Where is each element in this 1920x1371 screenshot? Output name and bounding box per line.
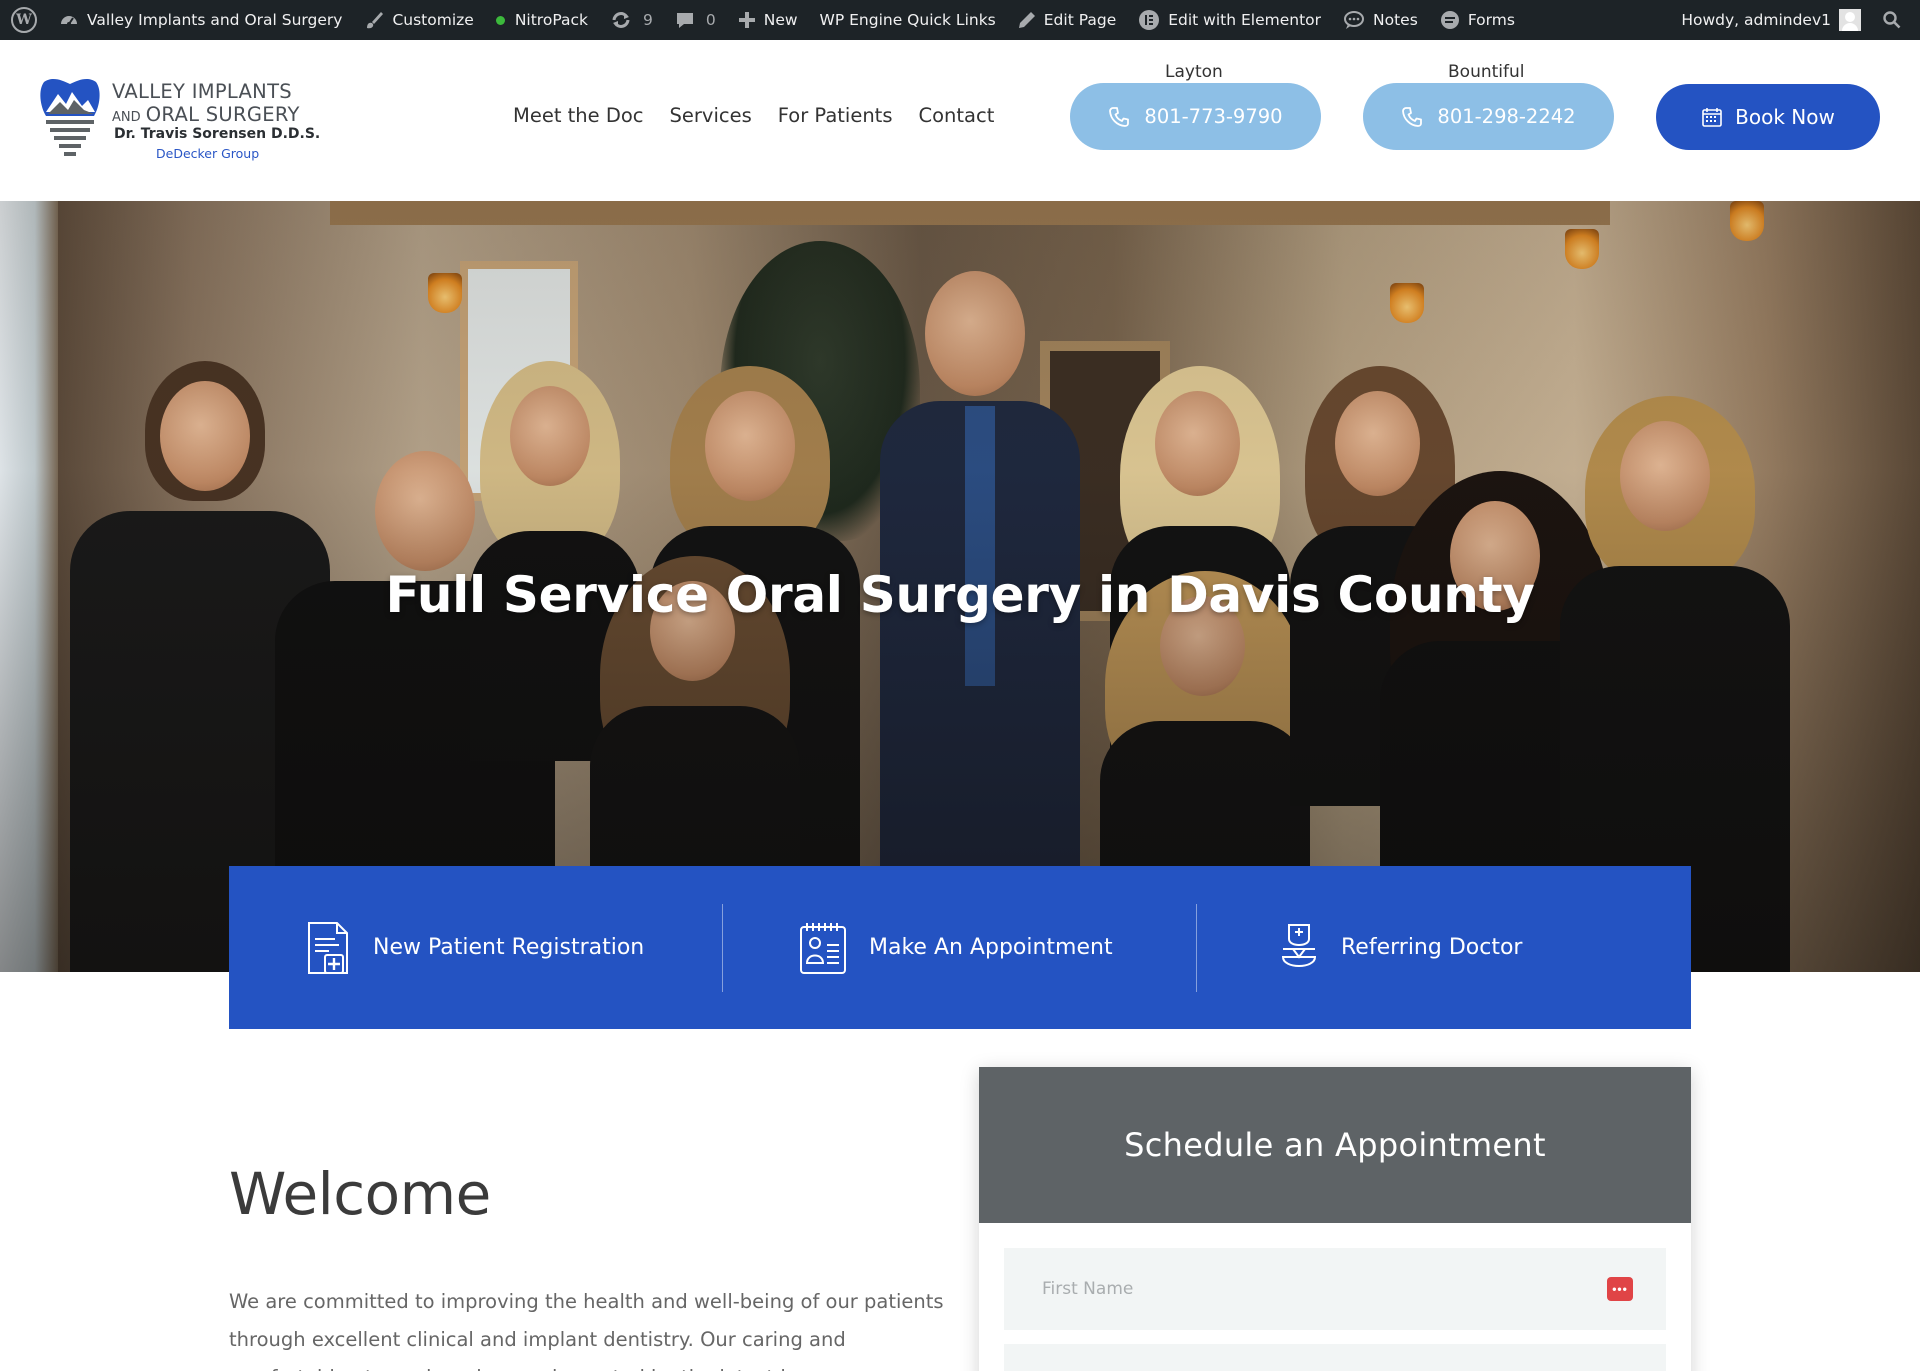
search-icon (1883, 11, 1901, 29)
pencil-icon (1018, 12, 1035, 28)
wp-logo-menu[interactable]: W (0, 0, 48, 40)
nitropack-link[interactable]: NitroPack (485, 0, 599, 40)
wp-engine-label: WP Engine Quick Links (819, 11, 996, 29)
make-an-appointment-link[interactable]: Make An Appointment (799, 866, 1113, 1029)
tooth-logo-icon (40, 78, 100, 156)
make-an-appointment-label: Make An Appointment (869, 935, 1113, 960)
nitropack-label: NitroPack (514, 11, 588, 29)
site-header: VALLEY IMPLANTS AND ORAL SURGERY Dr. Tra… (0, 40, 1920, 201)
forms-label: Forms (1467, 11, 1515, 29)
referring-doctor-link[interactable]: Referring Doctor (1279, 866, 1522, 1029)
first-name-input[interactable] (1004, 1248, 1666, 1330)
updates-link[interactable]: 9 (599, 0, 664, 40)
calendar-icon (1702, 108, 1722, 127)
customize-link[interactable]: Customize (353, 0, 484, 40)
layton-location-label: Layton (1165, 62, 1223, 82)
book-now-label: Book Now (1735, 105, 1835, 129)
appointment-calendar-icon (800, 922, 846, 974)
welcome-paragraph: We are committed to improving the health… (229, 1290, 944, 1371)
next-form-field[interactable] (1004, 1344, 1666, 1371)
schedule-appointment-form: Schedule an Appointment ••• (979, 1067, 1691, 1371)
notes-link[interactable]: Notes (1332, 0, 1429, 40)
password-manager-icon[interactable]: ••• (1607, 1277, 1633, 1301)
nav-meet-the-doc[interactable]: Meet the Doc (513, 104, 644, 127)
site-name-link[interactable]: Valley Implants and Oral Surgery (48, 0, 353, 40)
doctor-icon (1281, 923, 1317, 967)
phone-icon (1402, 106, 1423, 127)
site-name-label: Valley Implants and Oral Surgery (87, 11, 343, 29)
howdy-label: Howdy, admindev1 (1681, 11, 1831, 29)
site-logo[interactable]: VALLEY IMPLANTS AND ORAL SURGERY Dr. Tra… (38, 76, 328, 166)
wordpress-icon: W (11, 7, 37, 33)
customize-label: Customize (392, 11, 474, 29)
hero-title: Full Service Oral Surgery in Davis Count… (385, 566, 1535, 624)
divider (1196, 904, 1197, 992)
logo-line-1: VALLEY IMPLANTS (112, 80, 292, 103)
quick-links-bar: New Patient Registration Make An Appoint… (229, 866, 1691, 1029)
edit-elementor-link[interactable]: Edit with Elementor (1127, 0, 1332, 40)
forms-link[interactable]: Forms (1429, 0, 1526, 40)
paintbrush-icon (367, 12, 384, 29)
logo-and: AND (112, 110, 141, 125)
logo-group-name: DeDecker Group (156, 146, 260, 161)
bountiful-phone-number: 801-298-2242 (1437, 105, 1576, 128)
comments-count: 0 (705, 11, 716, 29)
phone-icon (1109, 106, 1130, 127)
status-dot-icon (495, 15, 505, 25)
layton-phone-button[interactable]: 801-773-9790 (1070, 83, 1321, 150)
new-content-link[interactable]: New (727, 0, 809, 40)
bountiful-phone-button[interactable]: 801-298-2242 (1363, 83, 1614, 150)
layton-phone-number: 801-773-9790 (1144, 105, 1283, 128)
comments-link[interactable]: 0 (664, 0, 727, 40)
logo-oral-surgery: ORAL SURGERY (145, 103, 300, 126)
avatar-icon (1839, 9, 1861, 31)
nav-for-patients[interactable]: For Patients (778, 104, 893, 127)
edit-page-label: Edit Page (1043, 11, 1117, 29)
divider (722, 904, 723, 992)
form-header: Schedule an Appointment (979, 1067, 1691, 1223)
registration-form-icon (308, 921, 348, 974)
edit-elementor-label: Edit with Elementor (1168, 11, 1322, 29)
main-navigation: Meet the Doc Services For Patients Conta… (513, 104, 994, 127)
welcome-heading: Welcome (229, 1160, 491, 1228)
dashboard-icon (61, 16, 77, 26)
notes-label: Notes (1373, 11, 1418, 29)
refresh-icon (612, 12, 630, 28)
nav-contact[interactable]: Contact (919, 104, 995, 127)
my-account-link[interactable]: Howdy, admindev1 (1670, 0, 1872, 40)
forms-icon (1440, 11, 1459, 29)
edit-page-link[interactable]: Edit Page (1007, 0, 1127, 40)
new-patient-registration-label: New Patient Registration (373, 935, 645, 960)
comment-icon (676, 13, 693, 28)
nav-services[interactable]: Services (670, 104, 752, 127)
new-label: New (763, 11, 798, 29)
form-title: Schedule an Appointment (1124, 1126, 1546, 1164)
book-now-button[interactable]: Book Now (1656, 84, 1880, 150)
first-name-field: ••• (1004, 1248, 1666, 1330)
wp-engine-quick-links[interactable]: WP Engine Quick Links (809, 0, 1007, 40)
logo-line-2: AND ORAL SURGERY (112, 103, 300, 126)
updates-count: 9 (642, 11, 653, 29)
bountiful-location-label: Bountiful (1448, 62, 1525, 82)
new-patient-registration-link[interactable]: New Patient Registration (305, 866, 644, 1029)
speech-bubble-icon (1344, 11, 1365, 29)
logo-doctor-name: Dr. Travis Sorensen D.D.S. (114, 126, 321, 142)
admin-search-button[interactable] (1872, 0, 1920, 40)
plus-icon (738, 12, 755, 28)
wp-admin-bar: W Valley Implants and Oral Surgery Custo… (0, 0, 1920, 40)
elementor-icon (1139, 10, 1160, 30)
referring-doctor-label: Referring Doctor (1341, 935, 1523, 960)
